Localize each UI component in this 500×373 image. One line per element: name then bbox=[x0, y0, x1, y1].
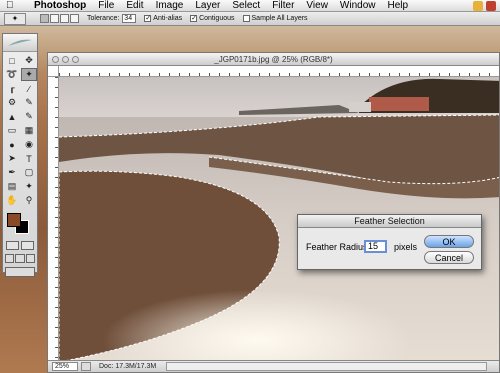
sample-all-layers-checkbox[interactable] bbox=[242, 15, 250, 22]
gradient-tool-icon[interactable]: ▦ bbox=[21, 124, 37, 137]
intersect-selection-button[interactable] bbox=[70, 14, 79, 23]
document-title: _JGP0171b.jpg @ 25% (RGB/8*) bbox=[214, 55, 333, 64]
type-tool-icon[interactable]: T bbox=[21, 152, 37, 165]
eraser-tool-icon[interactable]: ▭ bbox=[4, 124, 20, 137]
add-selection-button[interactable] bbox=[50, 14, 59, 23]
cancel-button[interactable]: Cancel bbox=[424, 251, 474, 264]
toolbox-palette: □ ✥ ➰ ✦ ┎ ∕ ⚙ ✎ ▲ ✎ ▭ ▦ ● ◉ ➤ T ✒ ▢ ▤ ✦ … bbox=[2, 33, 38, 277]
color-swatches bbox=[5, 211, 35, 237]
path-selection-icon[interactable]: ➤ bbox=[4, 152, 20, 165]
menu-help[interactable]: Help bbox=[382, 0, 415, 12]
menu-filter[interactable]: Filter bbox=[266, 0, 300, 12]
subtract-selection-button[interactable] bbox=[60, 14, 69, 23]
menu-layer[interactable]: Layer bbox=[189, 0, 226, 12]
screen-mode-menubar[interactable] bbox=[15, 254, 25, 263]
quick-mask-buttons bbox=[3, 239, 37, 252]
dialog-title: Feather Selection bbox=[298, 215, 481, 228]
feather-radius-unit: pixels bbox=[394, 242, 418, 252]
sample-all-layers-label: Sample All Layers bbox=[251, 15, 308, 22]
feather-radius-label: Feather Radius: bbox=[306, 242, 371, 252]
screen-mode-standard[interactable] bbox=[5, 254, 15, 263]
crop-tool-icon[interactable]: ┎ bbox=[4, 82, 20, 95]
horizontal-scrollbar[interactable] bbox=[166, 362, 487, 371]
menu-select[interactable]: Select bbox=[226, 0, 266, 12]
contiguous-label: Contiguous bbox=[199, 15, 235, 22]
lasso-tool-icon[interactable]: ➰ bbox=[4, 68, 20, 81]
ok-button[interactable]: OK bbox=[424, 235, 474, 248]
anti-alias-checkbox[interactable]: ✓ bbox=[144, 15, 152, 22]
eyedropper-tool-icon[interactable]: ✦ bbox=[21, 180, 37, 193]
options-bar: ✦ Tolerance: 34 ✓ Anti-alias ✓ Contiguou… bbox=[0, 12, 500, 26]
tool-grid: □ ✥ ➰ ✦ ┎ ∕ ⚙ ✎ ▲ ✎ ▭ ▦ ● ◉ ➤ T ✒ ▢ ▤ ✦ … bbox=[3, 52, 37, 209]
menu-file[interactable]: File bbox=[92, 0, 120, 12]
history-brush-icon[interactable]: ✎ bbox=[21, 110, 37, 123]
magic-wand-tool-icon[interactable]: ✦ bbox=[21, 68, 37, 81]
menu-window[interactable]: Window bbox=[334, 0, 382, 12]
zoom-tool-icon[interactable]: ⚲ bbox=[21, 194, 37, 207]
vertical-ruler[interactable] bbox=[48, 77, 59, 360]
dialog-body: Feather Radius: 15 pixels OK Cancel bbox=[298, 228, 481, 271]
blur-tool-icon[interactable]: ● bbox=[4, 138, 20, 151]
document-titlebar[interactable]: _JGP0171b.jpg @ 25% (RGB/8*) bbox=[48, 53, 499, 66]
menu-photoshop[interactable]: Photoshop bbox=[28, 0, 92, 12]
apple-menu-icon[interactable]:  bbox=[6, 0, 20, 11]
menu-bar:  Photoshop File Edit Image Layer Select… bbox=[0, 0, 500, 12]
horizontal-ruler[interactable] bbox=[59, 66, 499, 77]
ruler-origin[interactable] bbox=[48, 66, 59, 77]
menu-edit[interactable]: Edit bbox=[120, 0, 149, 12]
quick-mask-button[interactable] bbox=[21, 241, 34, 250]
document-status-bar: 25% Doc: 17.3M/17.3M bbox=[48, 360, 499, 372]
notes-tool-icon[interactable]: ▤ bbox=[4, 180, 20, 193]
screen-mode-buttons bbox=[3, 252, 37, 265]
pen-tool-icon[interactable]: ✒ bbox=[4, 166, 20, 179]
magic-wand-icon: ✦ bbox=[11, 14, 19, 23]
tolerance-input[interactable]: 34 bbox=[122, 14, 137, 23]
clone-stamp-icon[interactable]: ▲ bbox=[4, 110, 20, 123]
screen-mode-full[interactable] bbox=[25, 254, 35, 263]
marquee-tool-icon[interactable]: □ bbox=[4, 54, 20, 67]
new-selection-button[interactable] bbox=[40, 14, 49, 23]
slice-tool-icon[interactable]: ∕ bbox=[21, 82, 37, 95]
menu-view[interactable]: View bbox=[300, 0, 334, 12]
anti-alias-label: Anti-alias bbox=[153, 15, 183, 22]
tool-preset-picker[interactable]: ✦ bbox=[4, 12, 26, 25]
selection-mode-buttons bbox=[40, 14, 79, 23]
hand-tool-icon[interactable]: ✋ bbox=[4, 194, 20, 207]
jump-to-imageready-button[interactable] bbox=[5, 267, 35, 277]
document-window: _JGP0171b.jpg @ 25% (RGB/8*) 25% Doc: 17… bbox=[47, 52, 500, 373]
foreground-color-swatch[interactable] bbox=[7, 213, 21, 227]
document-size-info: Doc: 17.3M/17.3M bbox=[99, 363, 157, 370]
menu-extra-icon[interactable] bbox=[473, 1, 483, 11]
healing-brush-icon[interactable]: ⚙ bbox=[4, 96, 20, 109]
zoom-level-field[interactable]: 25% bbox=[52, 362, 78, 371]
shape-tool-icon[interactable]: ▢ bbox=[21, 166, 37, 179]
contiguous-checkbox[interactable]: ✓ bbox=[190, 15, 198, 22]
standard-mode-button[interactable] bbox=[6, 241, 19, 250]
feather-selection-dialog: Feather Selection Feather Radius: 15 pix… bbox=[297, 214, 482, 270]
dodge-tool-icon[interactable]: ◉ bbox=[21, 138, 37, 151]
brush-tool-icon[interactable]: ✎ bbox=[21, 96, 37, 109]
toolbox-header[interactable] bbox=[3, 34, 37, 52]
menu-image[interactable]: Image bbox=[150, 0, 190, 12]
status-menu-icon[interactable] bbox=[81, 362, 91, 371]
move-tool-icon[interactable]: ✥ bbox=[21, 54, 37, 67]
feather-radius-input[interactable]: 15 bbox=[364, 240, 387, 253]
tolerance-label: Tolerance: bbox=[87, 15, 120, 22]
volume-icon[interactable] bbox=[486, 1, 496, 11]
feather-logo-icon bbox=[8, 39, 32, 46]
